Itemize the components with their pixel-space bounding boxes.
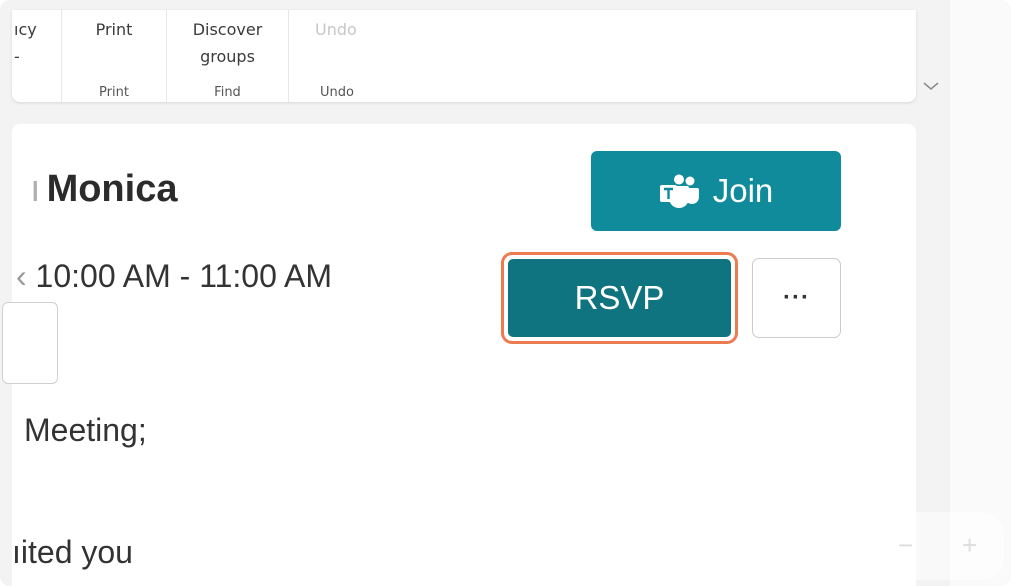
teams-icon xyxy=(659,174,699,208)
ribbon-group-privacy: ıcy - xyxy=(12,10,62,102)
ribbon-group-undo: Undo Undo xyxy=(289,10,399,102)
calendar-box[interactable] xyxy=(2,302,58,384)
privacy-button[interactable]: ıcy - xyxy=(12,16,61,70)
ribbon-group-print: Print Print xyxy=(62,10,167,102)
event-time: ‹ 10:00 AM - 11:00 AM xyxy=(16,258,332,295)
print-group-label: Print xyxy=(99,85,129,100)
event-time-text: 10:00 AM - 11:00 AM xyxy=(35,258,333,294)
privacy-button-sublabel: - xyxy=(14,47,20,66)
find-group-label: Find xyxy=(214,85,241,100)
more-options-button[interactable]: ··· xyxy=(752,258,841,338)
discover-groups-button[interactable]: Discover groups xyxy=(167,16,288,70)
event-title: ı Monica xyxy=(30,168,177,211)
reading-pane: ı Monica ‹ 10:00 AM - 11:00 AM Meeting; ı… xyxy=(2,124,916,586)
zoom-in-button[interactable]: + xyxy=(962,530,977,561)
join-label: Join xyxy=(712,172,774,209)
ribbon-group-find: Discover groups Find xyxy=(167,10,289,102)
zoom-out-button[interactable]: − xyxy=(898,530,913,561)
right-gutter xyxy=(950,0,1011,586)
event-time-prefix: ‹ xyxy=(16,258,27,294)
undo-group-label: Undo xyxy=(320,85,354,100)
more-options-icon: ··· xyxy=(783,284,810,311)
event-title-prefix: ı xyxy=(30,168,41,210)
app-window: ıcy - Print Print Discover groups Find U… xyxy=(0,0,1011,586)
ribbon-expand-chevron-icon[interactable] xyxy=(921,76,941,96)
zoom-controls: − + xyxy=(872,512,1004,580)
meeting-type: Meeting; xyxy=(24,412,147,448)
invited-text: ıited you xyxy=(12,534,133,570)
ribbon-toolbar: ıcy - Print Print Discover groups Find U… xyxy=(12,10,916,102)
privacy-button-label: ıcy xyxy=(14,20,37,39)
undo-button[interactable]: Undo xyxy=(289,16,399,43)
rsvp-label: RSVP xyxy=(574,279,665,316)
join-button[interactable]: Join xyxy=(591,151,841,231)
event-title-text: Monica xyxy=(46,168,178,210)
rsvp-button[interactable]: RSVP xyxy=(508,259,731,337)
print-button[interactable]: Print xyxy=(62,16,166,43)
